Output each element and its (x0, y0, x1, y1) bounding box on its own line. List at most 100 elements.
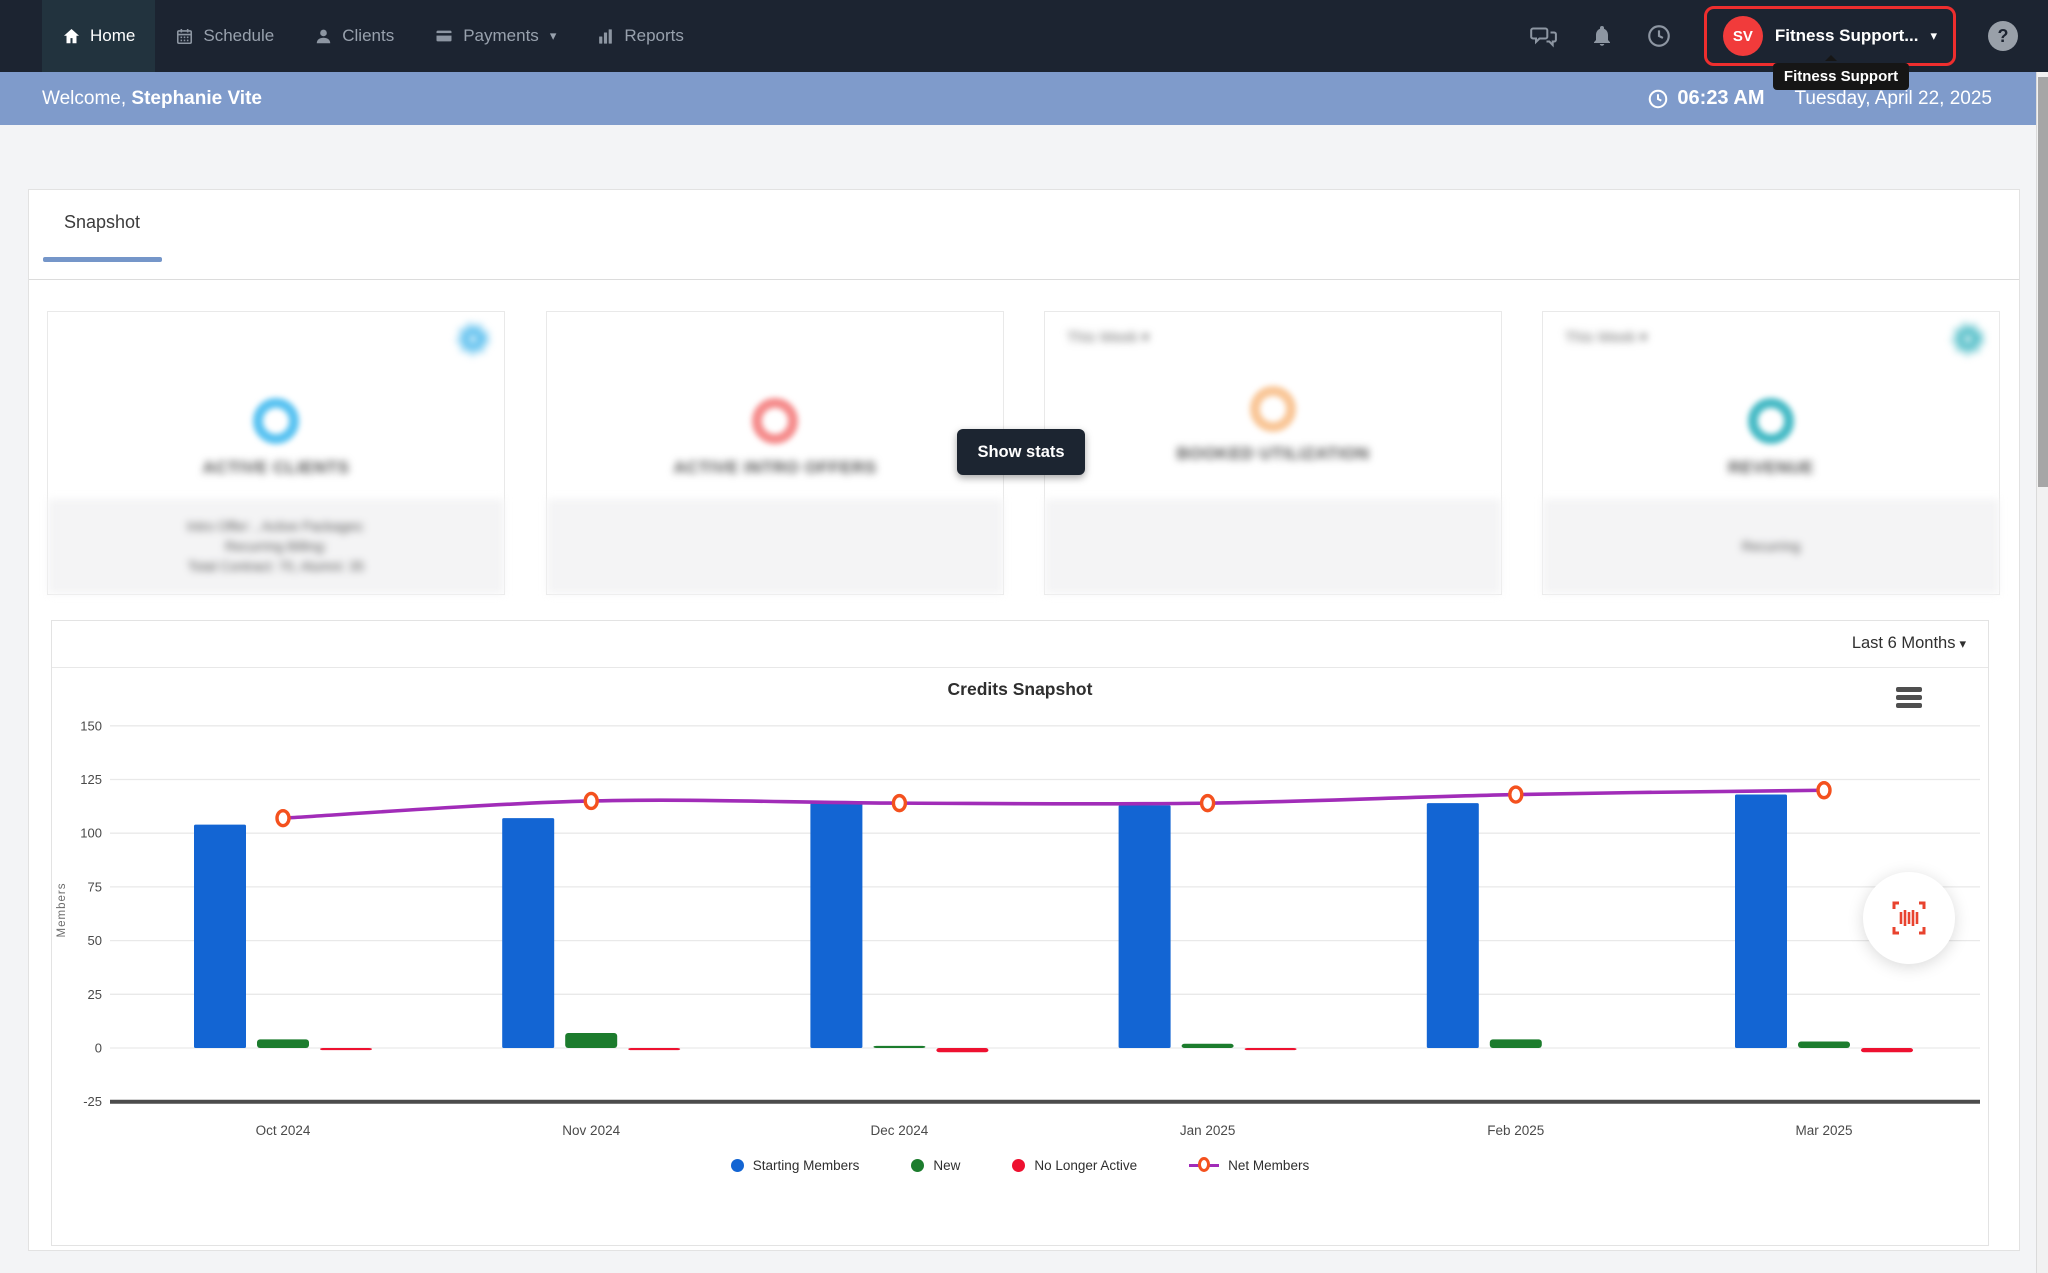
bar-starting-members (1427, 803, 1479, 1048)
x-tick-label: Feb 2025 (1487, 1123, 1544, 1138)
stat-card-active-clients[interactable]: ACTIVE CLIENTS Intro Offer: , Active Pac… (47, 311, 505, 595)
user-tooltip: Fitness Support (1773, 63, 1909, 90)
chevron-down-icon: ▾ (1930, 28, 1937, 44)
legend-item-net-members[interactable]: Net Members (1189, 1157, 1309, 1173)
calendar-icon (175, 27, 194, 46)
gear-icon[interactable] (456, 322, 490, 361)
stat-card-footer-line: Recurring Billing: (225, 539, 327, 554)
bar-new (1490, 1039, 1542, 1048)
tab-snapshot[interactable]: Snapshot (64, 212, 140, 233)
bar-starting-members (810, 803, 862, 1048)
stat-card-title: REVENUE (1543, 458, 1999, 478)
x-tick-label: Nov 2024 (562, 1123, 620, 1138)
booked-utilization-donut-icon (1250, 386, 1296, 432)
stat-card-footer-line: Intro Offer: , Active Packages: (187, 519, 365, 534)
nav-item-home[interactable]: Home (42, 0, 155, 72)
x-tick-label: Jan 2025 (1180, 1123, 1236, 1138)
bar-starting-members (1735, 795, 1787, 1048)
welcome-text: Welcome, Stephanie Vite (42, 88, 262, 110)
bar-new (873, 1046, 925, 1048)
x-tick-label: Dec 2024 (871, 1123, 929, 1138)
stat-card-footer-line: Total Contract: 70, Alumni: 35 (188, 559, 364, 574)
bar-new (1798, 1042, 1850, 1048)
net-members-legend-icon (1189, 1157, 1219, 1173)
legend-item-new[interactable]: New (911, 1158, 960, 1173)
legend-item-no-longer-active[interactable]: No Longer Active (1012, 1158, 1137, 1173)
datetime-area: 06:23 AM Tuesday, April 22, 2025 (1647, 87, 1992, 110)
show-stats-button[interactable]: Show stats (957, 429, 1085, 475)
y-tick-label: 150 (80, 718, 102, 733)
legend-item-starting-members[interactable]: Starting Members (731, 1158, 860, 1173)
tab-active-underline (43, 257, 162, 262)
x-tick-label: Oct 2024 (256, 1123, 311, 1138)
legend-label: Starting Members (753, 1158, 860, 1173)
main-panel: Snapshot ACTIVE CLIENTS Intro Offer: , A… (28, 189, 2020, 1251)
time-value: 06:23 AM (1677, 87, 1764, 110)
y-tick-label: 0 (95, 1041, 102, 1056)
bar-no-longer-active (936, 1048, 988, 1052)
barcode-icon (1887, 896, 1931, 940)
net-members-marker (1510, 787, 1522, 802)
y-tick-label: 75 (88, 879, 102, 894)
x-tick-label: Mar 2025 (1795, 1123, 1852, 1138)
clock-icon[interactable] (1646, 23, 1672, 49)
current-time: 06:23 AM (1647, 87, 1764, 110)
nav-item-label: Payments (463, 26, 539, 46)
bar-starting-members (194, 825, 246, 1048)
y-tick-label: 25 (88, 987, 102, 1002)
credits-snapshot-plot: 1501251007550250-25Oct 2024Nov 2024Dec 2… (52, 621, 1990, 1247)
home-icon (62, 27, 81, 46)
stat-card-title: ACTIVE INTRO OFFERS (547, 458, 1003, 478)
y-tick-label: 125 (80, 772, 102, 787)
stat-card-active-intro-offers[interactable]: ACTIVE INTRO OFFERS (546, 311, 1004, 595)
stat-card-booked-utilization[interactable]: This Week ▾ BOOKED UTILIZATION (1044, 311, 1502, 595)
nav-item-payments[interactable]: Payments ▾ (414, 0, 576, 72)
nav-item-label: Clients (342, 26, 394, 46)
current-date: Tuesday, April 22, 2025 (1794, 88, 1992, 110)
chat-icon[interactable] (1530, 23, 1558, 49)
legend-dot-icon (911, 1159, 924, 1172)
stat-card-title: BOOKED UTILIZATION (1045, 444, 1501, 464)
nav-item-schedule[interactable]: Schedule (155, 0, 294, 72)
net-members-marker (893, 796, 905, 811)
nav-item-label: Schedule (203, 26, 274, 46)
stat-card-footer (547, 499, 1003, 594)
bar-no-longer-active (1861, 1048, 1913, 1052)
gear-icon[interactable] (1951, 322, 1985, 361)
avatar[interactable]: SV (1723, 16, 1763, 56)
scan-fab-button[interactable] (1863, 872, 1955, 964)
nav-item-clients[interactable]: Clients (294, 0, 414, 72)
bar-chart-icon (596, 27, 615, 46)
stat-card-footer: Intro Offer: , Active Packages: Recurring… (48, 499, 504, 594)
user-menu[interactable]: SV Fitness Support... ▾ Fitness Support (1704, 6, 1956, 66)
nav-item-label: Reports (624, 26, 684, 46)
legend-label: New (933, 1158, 960, 1173)
top-navbar: Home Schedule Clients Payments ▾ (0, 0, 2048, 72)
revenue-donut-icon (1748, 398, 1794, 444)
stat-card-footer-line: Recurring (1742, 539, 1801, 554)
period-dropdown[interactable]: This Week ▾ (1067, 328, 1149, 346)
clock-icon (1647, 88, 1669, 110)
user-menu-label: Fitness Support... (1775, 26, 1919, 46)
bar-starting-members (1119, 805, 1171, 1048)
bar-starting-members (502, 818, 554, 1048)
navbar-right: SV Fitness Support... ▾ Fitness Support … (1530, 0, 2018, 72)
legend-dot-icon (1012, 1159, 1025, 1172)
dashboard-screen: Home Schedule Clients Payments ▾ (0, 0, 2048, 1273)
welcome-prefix: Welcome, (42, 88, 131, 109)
user-name: Stephanie Vite (131, 88, 262, 109)
bar-no-longer-active (1245, 1048, 1297, 1050)
y-tick-label: 100 (80, 826, 102, 841)
bell-icon[interactable] (1590, 23, 1614, 49)
chart-legend: Starting Members New No Longer Active Net M… (52, 1157, 1988, 1173)
welcome-bar: Welcome, Stephanie Vite 06:23 AM Tuesday… (0, 72, 2036, 125)
period-dropdown[interactable]: This Week ▾ (1565, 328, 1647, 346)
help-icon[interactable]: ? (1988, 21, 2018, 51)
legend-dot-icon (731, 1159, 744, 1172)
stat-card-revenue[interactable]: This Week ▾ REVENUE Recurring (1542, 311, 2000, 595)
scrollbar-thumb[interactable] (2038, 77, 2048, 487)
credit-card-icon (434, 26, 454, 46)
nav-item-reports[interactable]: Reports (576, 0, 704, 72)
net-members-marker (1202, 796, 1214, 811)
vertical-scrollbar[interactable] (2036, 72, 2048, 1273)
